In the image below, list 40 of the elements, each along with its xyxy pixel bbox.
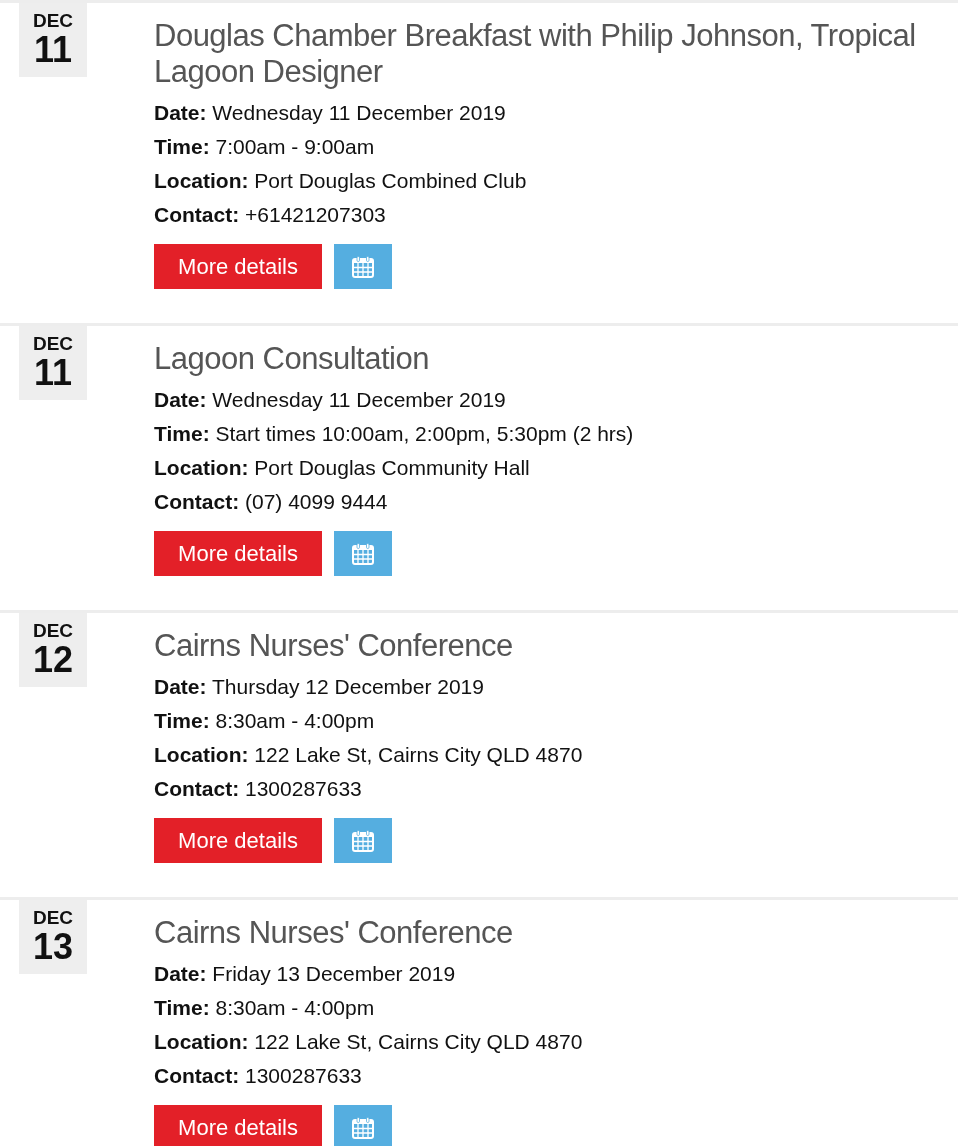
event-detail: Time: 8:30am - 4:00pm: [154, 708, 376, 734]
event-title: Douglas Chamber Breakfast with Philip Johnson, Tropical Lagoon Designer: [154, 18, 917, 90]
more-details-button[interactable]: More details: [154, 531, 322, 576]
event-detail: Contact: 1300287633: [154, 776, 363, 802]
add-to-calendar-button[interactable]: [334, 531, 392, 576]
date-day: 11: [33, 31, 73, 69]
event-detail: Location: 122 Lake St, Cairns City QLD 4870: [154, 1029, 584, 1055]
event-detail: Date: Friday 13 December 2019: [154, 961, 457, 987]
add-to-calendar-button[interactable]: [334, 1105, 392, 1146]
event-detail: Time: Start times 10:00am, 2:00pm, 5:30pm (2 hrs): [154, 421, 635, 447]
event-detail: Date: Wednesday 11 December 2019: [154, 100, 507, 126]
date-month: DEC: [32, 334, 74, 354]
more-details-button[interactable]: More details: [154, 1105, 322, 1146]
more-details-button[interactable]: More details: [154, 244, 322, 289]
event-detail: Date: Thursday 12 December 2019: [154, 674, 485, 700]
event-detail: Location: Port Douglas Community Hall: [154, 455, 531, 481]
event-detail: Time: 8:30am - 4:00pm: [154, 995, 376, 1021]
calendar-icon: [352, 542, 374, 565]
event-detail: Contact: (07) 4099 9444: [154, 489, 389, 515]
event-detail: Contact: 1300287633: [154, 1063, 363, 1089]
calendar-icon: [352, 1116, 374, 1139]
event-title: Cairns Nurses' Conference: [154, 915, 514, 951]
date-month: DEC: [32, 621, 74, 641]
date-day: 12: [32, 641, 73, 679]
calendar-icon: [352, 829, 374, 852]
date-month: DEC: [32, 11, 74, 31]
event-detail: Time: 7:00am - 9:00am: [154, 134, 376, 160]
more-details-button[interactable]: More details: [154, 818, 322, 863]
event-detail: Contact: +61421207303: [154, 202, 387, 228]
event-title: Cairns Nurses' Conference: [154, 628, 514, 664]
add-to-calendar-button[interactable]: [334, 244, 392, 289]
event-detail: Location: Port Douglas Combined Club: [154, 168, 528, 194]
date-day: 11: [33, 354, 73, 392]
date-month: DEC: [32, 908, 74, 928]
date-day: 13: [32, 928, 73, 966]
event-detail: Date: Wednesday 11 December 2019: [154, 387, 507, 413]
event-title: Lagoon Consultation: [154, 341, 430, 377]
calendar-icon: [352, 255, 374, 278]
add-to-calendar-button[interactable]: [334, 818, 392, 863]
event-detail: Location: 122 Lake St, Cairns City QLD 4870: [154, 742, 584, 768]
